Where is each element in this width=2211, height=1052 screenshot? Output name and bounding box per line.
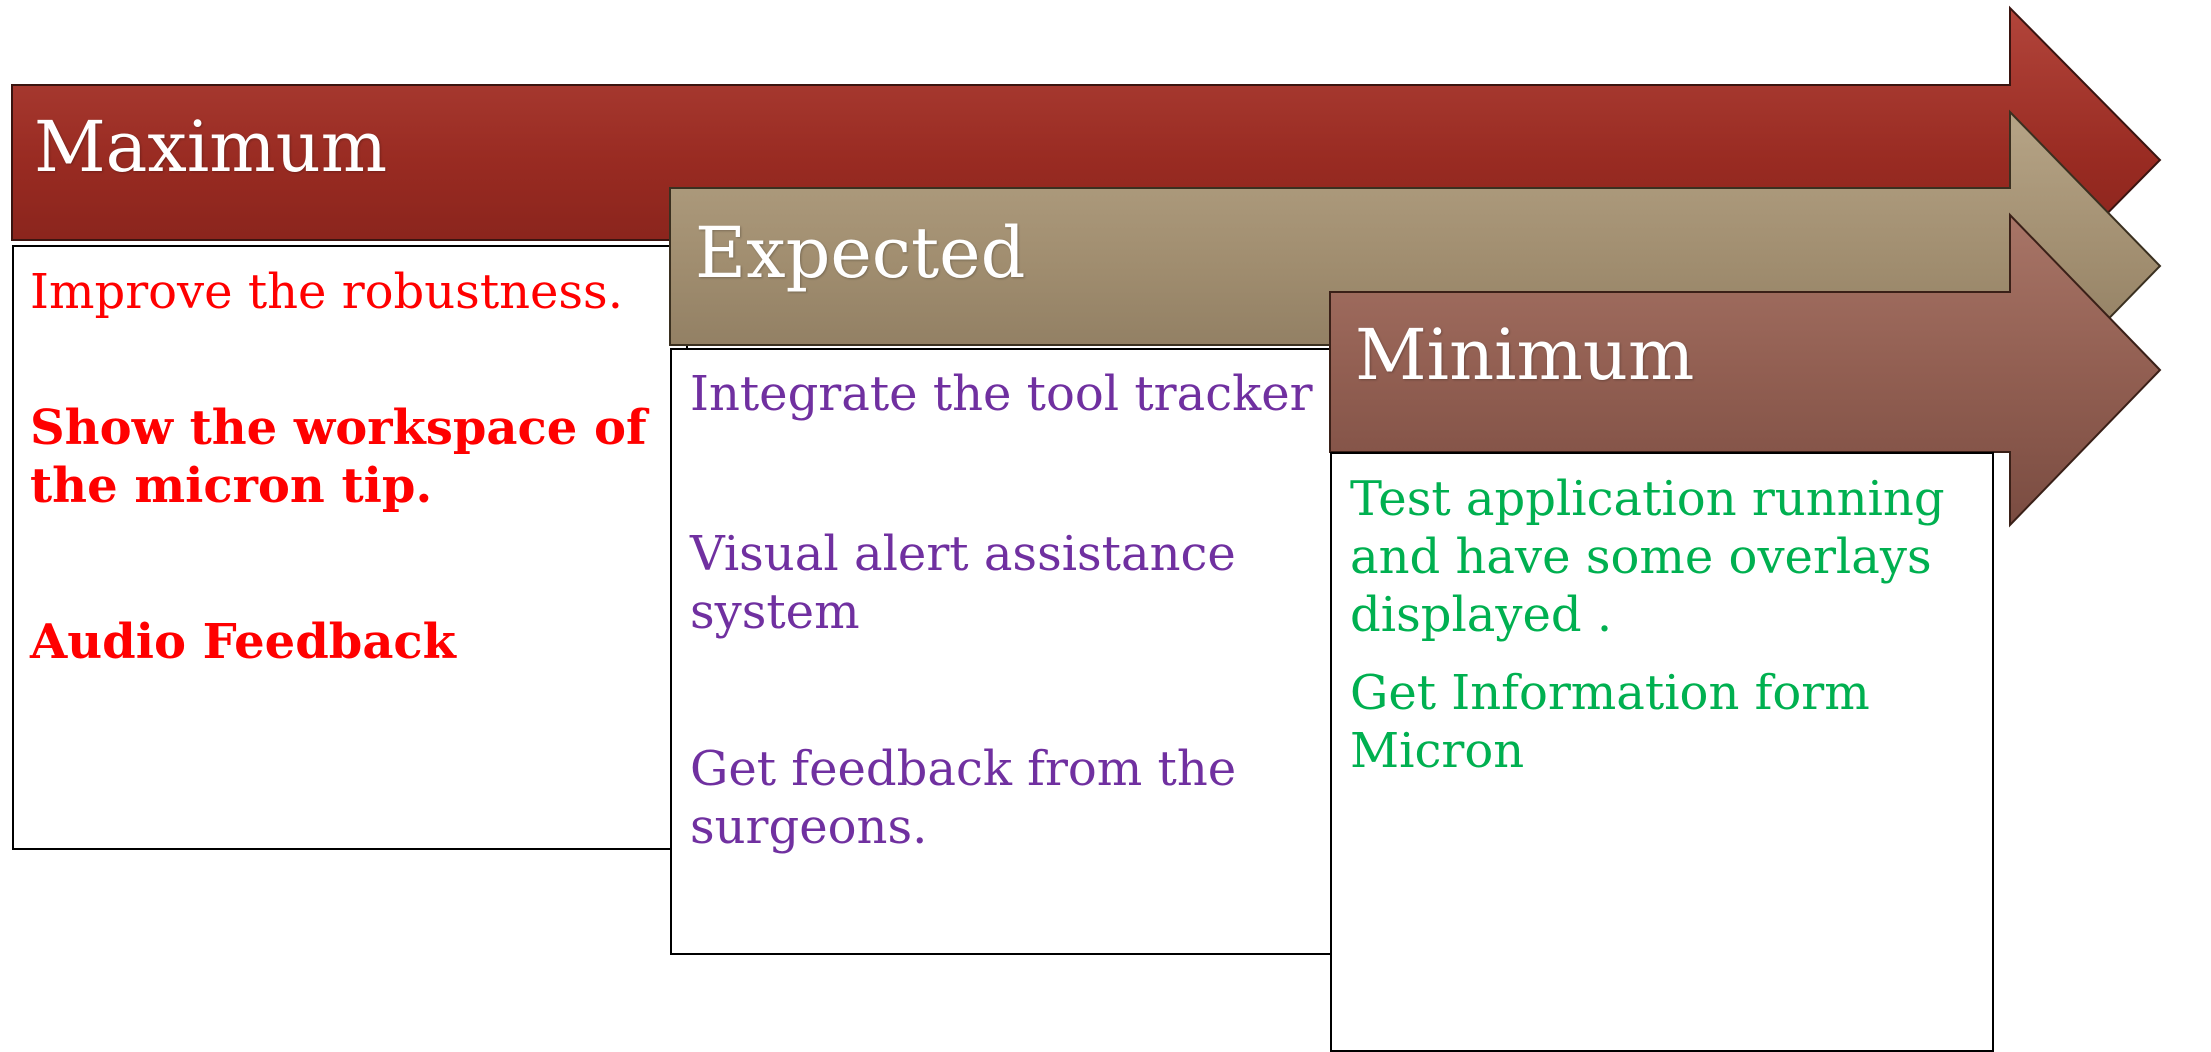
minimum-item: Get Information form Micron bbox=[1350, 665, 1870, 779]
expected-item: Integrate the tool tracker bbox=[690, 366, 1313, 422]
maximum-title: Maximum bbox=[34, 106, 388, 188]
expected-item: Visual alert assistance system bbox=[690, 526, 1236, 640]
maximum-item: Show the workspace of the micron tip. bbox=[30, 400, 647, 514]
minimum-item: Test application running and have some o… bbox=[1350, 471, 1945, 643]
minimum-title: Minimum bbox=[1355, 314, 1695, 396]
maximum-item: Audio Feedback bbox=[30, 614, 456, 670]
expected-item: Get feedback from the surgeons. bbox=[690, 741, 1237, 855]
expected-title: Expected bbox=[695, 212, 1026, 294]
roadmap-diagram: Maximum Expected Minimum Improve the rob… bbox=[0, 0, 2211, 1052]
maximum-item: Improve the robustness. bbox=[30, 264, 623, 320]
